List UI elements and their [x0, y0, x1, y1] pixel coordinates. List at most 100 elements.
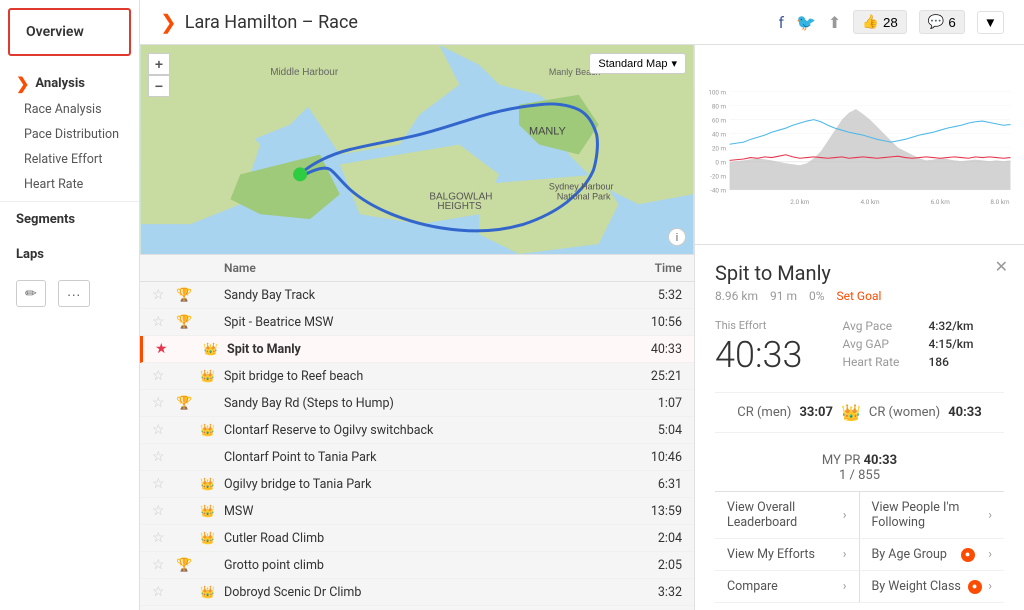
trophy-icon: 🏆: [176, 396, 200, 411]
compare-button[interactable]: Compare ›: [715, 571, 860, 603]
svg-text:Sydney Harbour: Sydney Harbour: [549, 181, 614, 191]
crown-icon: 👑: [841, 403, 861, 422]
sidebar-overview[interactable]: Overview: [8, 8, 131, 56]
by-weight-class-button[interactable]: By Weight Class ● ›: [860, 571, 1005, 603]
svg-text:100 m: 100 m: [708, 88, 726, 96]
chevron-right-icon: ›: [843, 579, 847, 594]
segment-meta: 8.96 km 91 m 0% Set Goal: [715, 289, 1004, 303]
svg-text:MANLY: MANLY: [529, 126, 567, 138]
map-info-button[interactable]: i: [668, 228, 686, 246]
view-efforts-button[interactable]: View My Efforts ›: [715, 539, 860, 571]
effort-value-block: This Effort 40:33: [715, 319, 802, 376]
table-row[interactable]: ☆🏆Spit - Beatrice MSW10:56: [140, 309, 694, 336]
table-row[interactable]: ☆🏆Sandy Bay Rd (Steps to Hump)1:07: [140, 390, 694, 417]
star-icon[interactable]: ☆: [152, 314, 176, 330]
star-icon[interactable]: ☆: [152, 476, 176, 492]
star-icon[interactable]: ☆: [152, 449, 176, 465]
stat-avg-pace: Avg Pace 4:32/km: [842, 319, 973, 333]
cr-women-label: CR (women): [869, 405, 940, 420]
chevron-right-icon: ›: [843, 547, 847, 562]
cr-section: CR (men) 33:07 👑 CR (women) 40:33: [715, 392, 1004, 433]
facebook-icon[interactable]: f: [778, 13, 784, 32]
share-icon[interactable]: ⬆: [828, 13, 841, 32]
svg-text:80 m: 80 m: [712, 102, 727, 110]
header: ❯ Lara Hamilton – Race f 🐦 ⬆ 👍 28 💬 6 ▼: [140, 0, 1024, 45]
sidebar-item-relative-effort[interactable]: Relative Effort: [0, 147, 139, 172]
sidebar-item-pace-distribution[interactable]: Pace Distribution: [0, 122, 139, 147]
by-age-group-button[interactable]: By Age Group ● ›: [860, 539, 1005, 571]
cr-row: CR (men) 33:07 👑 CR (women) 40:33: [715, 403, 1004, 422]
table-row[interactable]: ☆👑Dobroyd Scenic Dr Climb3:32: [140, 579, 694, 606]
trophy-icon: 🏆: [176, 288, 200, 303]
close-button[interactable]: ✕: [995, 257, 1008, 276]
header-actions: f 🐦 ⬆ 👍 28 💬 6 ▼: [778, 10, 1004, 34]
table-row[interactable]: ☆👑Ogilvy bridge to Tania Park6:31: [140, 471, 694, 498]
star-icon[interactable]: ☆: [152, 395, 176, 411]
set-goal-link[interactable]: Set Goal: [837, 289, 882, 303]
segment-time: 3:32: [658, 585, 682, 600]
header-title: ❯ Lara Hamilton – Race: [160, 10, 358, 34]
more-button[interactable]: ···: [58, 280, 90, 307]
star-icon[interactable]: ☆: [152, 422, 176, 438]
star-icon[interactable]: ☆: [152, 503, 176, 519]
table-row[interactable]: ★👑Spit to Manly40:33: [140, 336, 694, 363]
star-icon[interactable]: ★: [155, 341, 179, 357]
star-icon[interactable]: ☆: [152, 530, 176, 546]
segment-name: Grotto point climb: [224, 558, 658, 573]
segment-name: Ogilvy bridge to Tania Park: [224, 477, 658, 492]
sidebar-item-race-analysis[interactable]: Race Analysis: [0, 97, 139, 122]
segment-name: Sandy Bay Track: [224, 288, 658, 303]
pr-section: MY PR 40:33 1 / 855: [715, 445, 1004, 491]
svg-text:2.0 km: 2.0 km: [790, 198, 810, 206]
svg-text:20 m: 20 m: [712, 145, 727, 153]
trophy-icon: 🏆: [176, 558, 200, 573]
orange-arrow-icon: ❯: [16, 74, 29, 93]
table-row[interactable]: ☆👑Cutler Road Climb2:04: [140, 525, 694, 552]
segment-name: Spit - Beatrice MSW: [224, 315, 651, 330]
segment-time: 5:32: [658, 288, 682, 303]
dropdown-button[interactable]: ▼: [977, 11, 1004, 34]
like-button[interactable]: 👍 28: [853, 10, 906, 34]
map-type-button[interactable]: Standard Map ▾: [589, 53, 686, 74]
table-rows: ☆🏆Sandy Bay Track5:32☆🏆Spit - Beatrice M…: [140, 282, 694, 610]
star-icon[interactable]: ☆: [152, 368, 176, 384]
segment-name: MSW: [224, 504, 651, 519]
view-overall-leaderboard-button[interactable]: View Overall Leaderboard ›: [715, 492, 860, 539]
table-row[interactable]: ☆🏆Grotto point climb2:05: [140, 552, 694, 579]
twitter-icon[interactable]: 🐦: [796, 13, 816, 32]
map-zoom-out-button[interactable]: −: [148, 75, 170, 97]
view-following-button[interactable]: View People I'm Following ›: [860, 492, 1005, 539]
table-row[interactable]: ☆👑Spit bridge to Reef beach25:21: [140, 363, 694, 390]
orange-dot-icon: ●: [961, 548, 975, 562]
segment-name: Clontarf Point to Tania Park: [224, 450, 651, 465]
effort-value: 40:33: [715, 334, 802, 376]
segment-distance: 8.96 km: [715, 289, 758, 303]
table-row[interactable]: ☆👑MSW13:59: [140, 498, 694, 525]
segment-time: 10:56: [651, 315, 682, 330]
svg-text:6.0 km: 6.0 km: [931, 198, 951, 206]
table-row[interactable]: ☆Clontarf Point to Tania Park10:46: [140, 444, 694, 471]
star-icon[interactable]: ☆: [152, 584, 176, 600]
map-zoom-in-button[interactable]: +: [148, 53, 170, 75]
table-row[interactable]: ☆🏆 Sandy Bay Track5:32: [140, 282, 694, 309]
elevation-chart: 100 m 80 m 60 m 40 m 20 m 0 m -20 m -40 …: [705, 55, 1014, 244]
star-icon[interactable]: ☆: [152, 287, 176, 303]
segment-grade: 0%: [809, 289, 825, 303]
comment-button[interactable]: 💬 6: [919, 10, 965, 34]
segment-name: Cutler Road Climb: [224, 531, 658, 546]
body-area: Middle Harbour BALGOWLAH HEIGHTS MANLY M…: [140, 45, 1024, 610]
star-icon[interactable]: ☆: [152, 557, 176, 573]
segment-time: 5:04: [658, 423, 682, 438]
chart-area: 100 m 80 m 60 m 40 m 20 m 0 m -20 m -40 …: [695, 45, 1024, 245]
table-row[interactable]: ☆👑Clontarf Reserve to Ogilvy switchback5…: [140, 417, 694, 444]
pr-rank: 1 / 855: [715, 468, 1004, 483]
segment-time: 13:59: [651, 504, 682, 519]
table-row[interactable]: ☆🏆Reef Beach Freefall5:18: [140, 606, 694, 610]
stat-avg-gap: Avg GAP 4:15/km: [842, 337, 973, 351]
table-header: Name Time: [140, 255, 694, 282]
sidebar-item-heart-rate[interactable]: Heart Rate: [0, 172, 139, 197]
strava-logo-icon: ❯: [160, 10, 177, 34]
crown-icon: 👑: [200, 477, 224, 491]
edit-button[interactable]: ✏: [16, 280, 46, 307]
cr-men-label: CR (men): [737, 405, 791, 420]
